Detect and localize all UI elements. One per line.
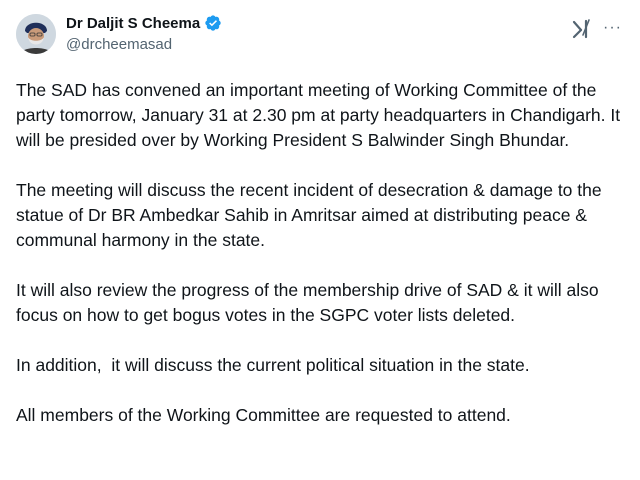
tweet-paragraph-4: In addition, it will discuss the current… (16, 355, 530, 375)
author-block: Dr Daljit S Cheema @drcheemasad (66, 12, 222, 53)
verified-badge-icon (204, 14, 222, 32)
author-display-name[interactable]: Dr Daljit S Cheema (66, 15, 200, 32)
grok-icon[interactable] (572, 18, 592, 40)
profile-avatar[interactable] (16, 14, 56, 54)
profile-avatar-image (16, 14, 56, 54)
tweet-card: Dr Daljit S Cheema @drcheemasad ··· The … (0, 0, 640, 480)
name-row: Dr Daljit S Cheema (66, 12, 222, 34)
author-handle[interactable]: @drcheemasad (66, 36, 222, 53)
tweet-paragraph-2: The meeting will discuss the recent inci… (16, 180, 607, 250)
tweet-text: The SAD has convened an important meetin… (16, 78, 628, 453)
tweet-paragraph-1: The SAD has convened an important meetin… (16, 80, 625, 150)
tweet-paragraph-5: All members of the Working Committee are… (16, 405, 511, 425)
more-options-icon[interactable]: ··· (603, 20, 622, 36)
tweet-paragraph-3: It will also review the progress of the … (16, 280, 604, 325)
